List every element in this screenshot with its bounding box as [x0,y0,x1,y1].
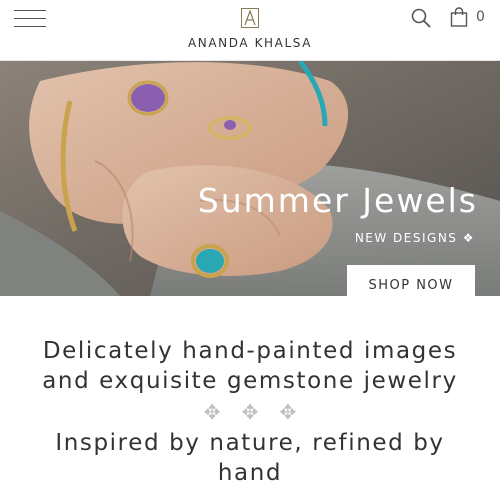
ornament-icon: ✥ [241,400,259,424]
hero-subtitle[interactable]: NEW DESIGNS ❖ [355,231,475,245]
ornament-icon: ✥ [203,400,221,424]
brand-logo[interactable]: ANANDA KHALSA [150,6,350,52]
hero-banner[interactable]: Summer Jewels NEW DESIGNS ❖ SHOP NOW [0,61,500,296]
intro-subheading: Inspired by nature, refined by hand [55,430,445,486]
cart-count: 0 [476,9,485,25]
logo-mark-icon [241,8,259,28]
hero-image [0,61,500,296]
site-header: ANANDA KHALSA 0 [0,0,500,61]
ornament-icon: ✥ [279,400,297,424]
ornament-divider: ✥ ✥ ✥ [0,400,500,424]
brand-name: ANANDA KHALSA [187,36,313,50]
intro-section: Delicately hand-painted images and exqui… [0,336,500,488]
search-icon[interactable] [410,7,432,29]
shop-now-button[interactable]: SHOP NOW [347,265,475,296]
intro-heading: Delicately hand-painted images and exqui… [42,338,458,394]
cart-button[interactable]: 0 [450,7,490,29]
hamburger-icon[interactable] [14,8,46,30]
shopping-bag-icon [450,7,468,27]
hero-title: Summer Jewels [197,181,478,220]
